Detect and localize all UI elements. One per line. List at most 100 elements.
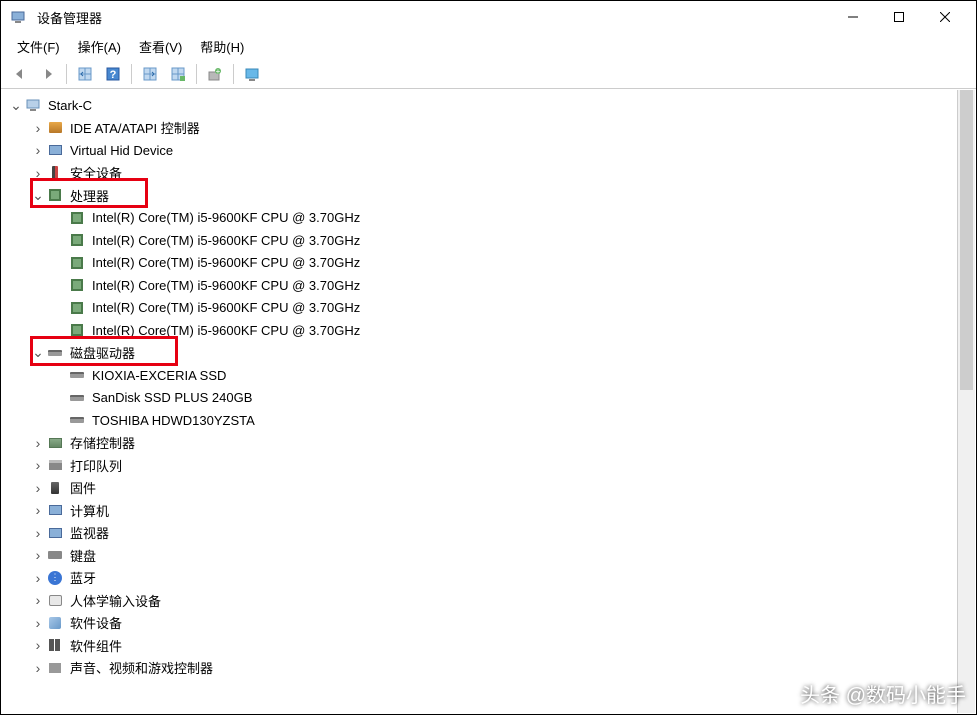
separator: [66, 64, 67, 84]
content-area: Stark-CIDE ATA/ATAPI 控制器Virtual Hid Devi…: [2, 90, 975, 713]
svg-text:?: ?: [110, 69, 117, 81]
tree-node[interactable]: 监视器: [2, 522, 957, 545]
expander-icon[interactable]: [30, 142, 46, 158]
tree-node[interactable]: Intel(R) Core(TM) i5-9600KF CPU @ 3.70GH…: [2, 274, 957, 297]
add-button[interactable]: +: [202, 62, 228, 86]
vertical-scrollbar[interactable]: [958, 90, 975, 713]
help-button[interactable]: ?: [100, 62, 126, 86]
node-label: TOSHIBA HDWD130YZSTA: [90, 412, 257, 429]
node-label: 软件设备: [68, 612, 124, 633]
minimize-button[interactable]: [830, 1, 876, 33]
tree-node[interactable]: ⋮蓝牙: [2, 567, 957, 590]
node-label: IDE ATA/ATAPI 控制器: [68, 117, 202, 138]
expander-icon[interactable]: [30, 480, 46, 496]
tree-node[interactable]: KIOXIA-EXCERIA SSD: [2, 364, 957, 387]
menu-view[interactable]: 查看(V): [131, 34, 190, 59]
expander-icon[interactable]: [52, 210, 68, 226]
node-label: KIOXIA-EXCERIA SSD: [90, 367, 228, 384]
node-label: SanDisk SSD PLUS 240GB: [90, 389, 254, 406]
expander-icon[interactable]: [30, 615, 46, 631]
expander-icon[interactable]: [30, 660, 46, 676]
maximize-button[interactable]: [876, 1, 922, 33]
expander-icon[interactable]: [30, 120, 46, 136]
menu-action[interactable]: 操作(A): [70, 34, 129, 59]
expander-icon[interactable]: [30, 435, 46, 451]
node-label: 打印队列: [68, 455, 124, 476]
monitor-icon: [46, 142, 64, 158]
tree-node[interactable]: SanDisk SSD PLUS 240GB: [2, 387, 957, 410]
expander-icon[interactable]: [30, 187, 46, 203]
scan-button[interactable]: [137, 62, 163, 86]
monitor-icon: [46, 525, 64, 541]
stor-icon: [46, 435, 64, 451]
expander-icon[interactable]: [52, 300, 68, 316]
tree-node[interactable]: 处理器: [2, 184, 957, 207]
expander-icon[interactable]: [52, 367, 68, 383]
node-label: 人体学输入设备: [68, 590, 163, 611]
tree-node[interactable]: 人体学输入设备: [2, 589, 957, 612]
forward-button[interactable]: [35, 62, 61, 86]
tree-node[interactable]: 磁盘驱动器: [2, 342, 957, 365]
expander-icon[interactable]: [30, 345, 46, 361]
tree-node[interactable]: Intel(R) Core(TM) i5-9600KF CPU @ 3.70GH…: [2, 252, 957, 275]
cpu-icon: [68, 277, 86, 293]
expander-icon[interactable]: [52, 232, 68, 248]
tree-node[interactable]: 固件: [2, 477, 957, 500]
expander-icon[interactable]: [52, 412, 68, 428]
tree-node[interactable]: 声音、视频和游戏控制器: [2, 657, 957, 680]
node-label: 声音、视频和游戏控制器: [68, 657, 215, 678]
tree-node[interactable]: 存储控制器: [2, 432, 957, 455]
scrollbar-thumb[interactable]: [960, 90, 973, 390]
remote-button[interactable]: [239, 62, 265, 86]
tree-node[interactable]: 键盘: [2, 544, 957, 567]
tree-node[interactable]: Intel(R) Core(TM) i5-9600KF CPU @ 3.70GH…: [2, 229, 957, 252]
keyboard-icon: [46, 547, 64, 563]
cpu-icon: [68, 210, 86, 226]
node-label: 安全设备: [68, 162, 124, 183]
node-label: Intel(R) Core(TM) i5-9600KF CPU @ 3.70GH…: [90, 209, 362, 226]
tree-node[interactable]: 打印队列: [2, 454, 957, 477]
tree-node[interactable]: Virtual Hid Device: [2, 139, 957, 162]
tree-node[interactable]: Intel(R) Core(TM) i5-9600KF CPU @ 3.70GH…: [2, 319, 957, 342]
expander-icon[interactable]: [52, 255, 68, 271]
expander-icon[interactable]: [52, 390, 68, 406]
disk-icon: [68, 390, 86, 406]
node-label: 蓝牙: [68, 567, 98, 588]
cpu-icon: [46, 187, 64, 203]
tree-node[interactable]: IDE ATA/ATAPI 控制器: [2, 117, 957, 140]
expander-icon[interactable]: [52, 322, 68, 338]
tree-node[interactable]: Intel(R) Core(TM) i5-9600KF CPU @ 3.70GH…: [2, 207, 957, 230]
window-controls: [830, 1, 968, 33]
properties-button[interactable]: [165, 62, 191, 86]
expander-icon[interactable]: [30, 457, 46, 473]
expander-icon[interactable]: [8, 97, 24, 113]
close-button[interactable]: [922, 1, 968, 33]
expander-icon[interactable]: [30, 165, 46, 181]
show-hidden-button[interactable]: [72, 62, 98, 86]
menu-help[interactable]: 帮助(H): [192, 34, 252, 59]
tree-node[interactable]: Stark-C: [2, 94, 957, 117]
ide-icon: [46, 120, 64, 136]
expander-icon[interactable]: [30, 502, 46, 518]
printer-icon: [46, 457, 64, 473]
cpu-icon: [68, 255, 86, 271]
back-button[interactable]: [7, 62, 33, 86]
tree-node[interactable]: Intel(R) Core(TM) i5-9600KF CPU @ 3.70GH…: [2, 297, 957, 320]
menu-file[interactable]: 文件(F): [9, 34, 68, 59]
tree-node[interactable]: 软件组件: [2, 634, 957, 657]
node-label: 处理器: [68, 185, 111, 206]
device-tree[interactable]: Stark-CIDE ATA/ATAPI 控制器Virtual Hid Devi…: [2, 90, 958, 713]
tree-node[interactable]: 安全设备: [2, 162, 957, 185]
tree-node[interactable]: 软件设备: [2, 612, 957, 635]
expander-icon[interactable]: [30, 570, 46, 586]
cpu-icon: [68, 300, 86, 316]
expander-icon[interactable]: [30, 547, 46, 563]
tree-node[interactable]: TOSHIBA HDWD130YZSTA: [2, 409, 957, 432]
expander-icon[interactable]: [30, 525, 46, 541]
titlebar: 设备管理器: [1, 1, 976, 33]
node-label: 计算机: [68, 500, 111, 521]
tree-node[interactable]: 计算机: [2, 499, 957, 522]
expander-icon[interactable]: [30, 592, 46, 608]
expander-icon[interactable]: [52, 277, 68, 293]
expander-icon[interactable]: [30, 637, 46, 653]
